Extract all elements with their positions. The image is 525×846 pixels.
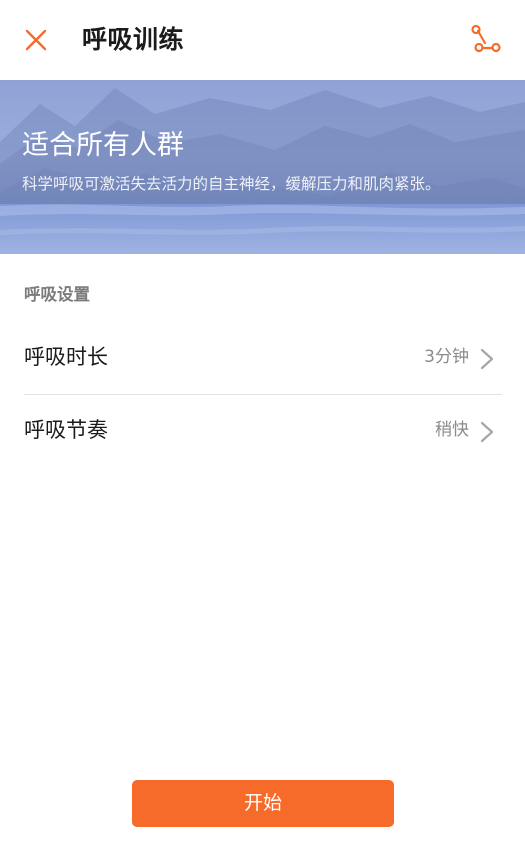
mountain-lake-image: [0, 80, 525, 254]
breathing-duration-row[interactable]: 呼吸时长 3分钟: [0, 322, 525, 394]
share-icon[interactable]: [467, 22, 503, 58]
start-button[interactable]: 开始: [132, 780, 394, 827]
chevron-right-icon: [480, 348, 494, 370]
close-icon[interactable]: [20, 24, 52, 56]
breathing-training-screen: 呼吸训练 适合所有人群 科学呼吸可激活失去活力的自主神经，缓解压力和肌肉紧张。 …: [0, 0, 525, 846]
top-app-bar: 呼吸训练: [0, 0, 525, 81]
breathing-rhythm-label: 呼吸节奏: [24, 418, 108, 442]
banner-title: 适合所有人群: [22, 130, 184, 161]
breathing-duration-label: 呼吸时长: [24, 345, 108, 369]
settings-section-label: 呼吸设置: [24, 285, 90, 304]
page-title: 呼吸训练: [82, 25, 185, 54]
chevron-right-icon: [480, 421, 494, 443]
breathing-rhythm-value: 稍快: [435, 420, 469, 440]
hero-banner: 适合所有人群 科学呼吸可激活失去活力的自主神经，缓解压力和肌肉紧张。: [0, 80, 525, 254]
breathing-rhythm-row[interactable]: 呼吸节奏 稍快: [0, 395, 525, 467]
banner-subtitle: 科学呼吸可激活失去活力的自主神经，缓解压力和肌肉紧张。: [22, 175, 441, 193]
breathing-duration-value: 3分钟: [424, 347, 469, 367]
